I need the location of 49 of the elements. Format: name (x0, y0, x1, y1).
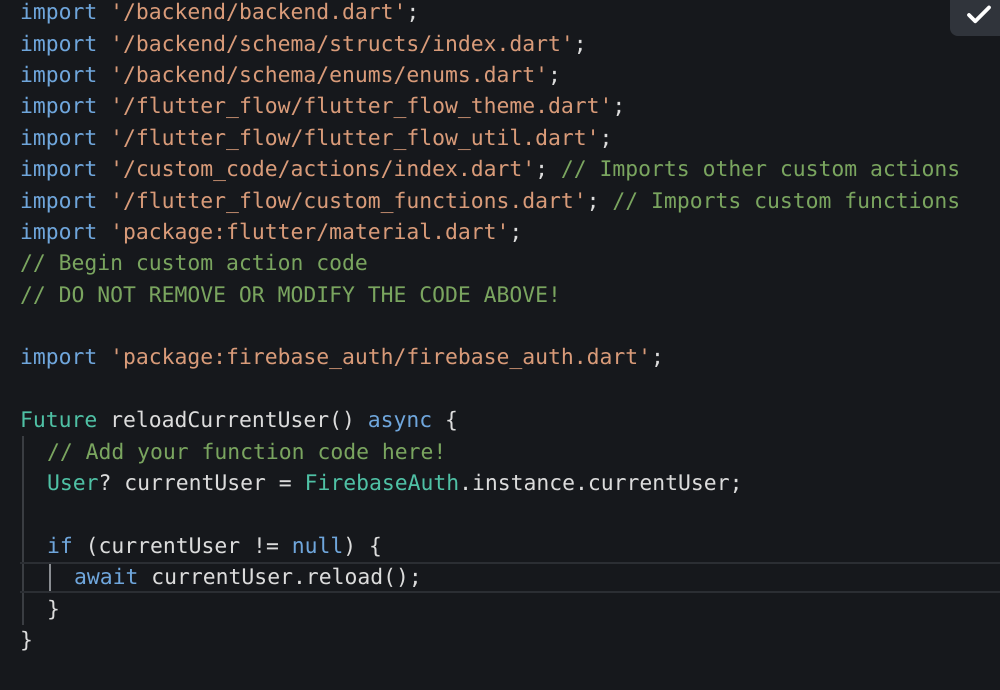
code-token: '/backend/schema/enums/enums.dart' (110, 62, 548, 88)
code-token: reloadCurrentUser() (109, 408, 356, 434)
code-token: ) { (343, 534, 382, 559)
code-token: { (444, 408, 458, 434)
code-token: null (292, 534, 344, 559)
code-token: // Imports custom functions (612, 188, 960, 214)
code-token: 'package:firebase_auth/firebase_auth.dart' (110, 345, 652, 370)
code-token: ? currentUser = (98, 471, 293, 496)
code-token: ; (535, 157, 550, 182)
check-button[interactable] (950, 0, 1000, 36)
code-token: import (20, 157, 98, 182)
code-token: FirebaseAuth (304, 471, 460, 496)
code-token: '/backend/schema/structs/index.dart' (110, 32, 574, 57)
code-token: ; (651, 345, 664, 370)
code-token: import (20, 188, 98, 214)
code-token: '/flutter_flow/flutter_flow_util.dart' (110, 126, 600, 151)
code-token: User (47, 471, 99, 496)
code-token: import (20, 220, 98, 245)
code-token: ; (612, 94, 626, 120)
code-token: .instance.currentUser; (459, 471, 742, 496)
code-token: // Add your function code here! (47, 440, 446, 465)
code-token: import (20, 32, 98, 57)
code-token: ; (574, 32, 587, 57)
code-token: '/flutter_flow/custom_functions.dart' (110, 188, 587, 214)
code-token: ; (406, 0, 420, 26)
code-token: } (20, 628, 33, 653)
code-token: ; (600, 126, 612, 151)
code-token: currentUser.reload(); (150, 565, 422, 590)
code-token: import (20, 0, 98, 26)
code-token: import (20, 126, 98, 151)
code-token: ; (586, 188, 601, 214)
code-token: 'package:flutter/material.dart' (110, 220, 510, 245)
code-token: '/flutter_flow/flutter_flow_theme.dart' (110, 94, 612, 120)
code-token: Future (20, 408, 98, 434)
code-token: } (47, 596, 60, 622)
code-token: // DO NOT REMOVE OR MODIFY THE CODE ABOVE! (20, 282, 561, 308)
code-token: ; (509, 220, 522, 245)
code-token: import (20, 345, 98, 370)
code-token: (currentUser != (84, 534, 280, 559)
code-token: '/backend/backend.dart' (110, 0, 406, 26)
code-token: await (74, 565, 138, 590)
code-token: import (20, 62, 98, 88)
code-token: // Imports other custom actions (560, 157, 960, 182)
code-token: async (368, 408, 432, 434)
code-token: // Begin custom action code (20, 251, 368, 276)
code-token: import (20, 94, 98, 120)
code-token: '/custom_code/actions/index.dart' (110, 157, 536, 182)
code-token: if (47, 534, 73, 559)
code-token: ; (548, 62, 561, 88)
